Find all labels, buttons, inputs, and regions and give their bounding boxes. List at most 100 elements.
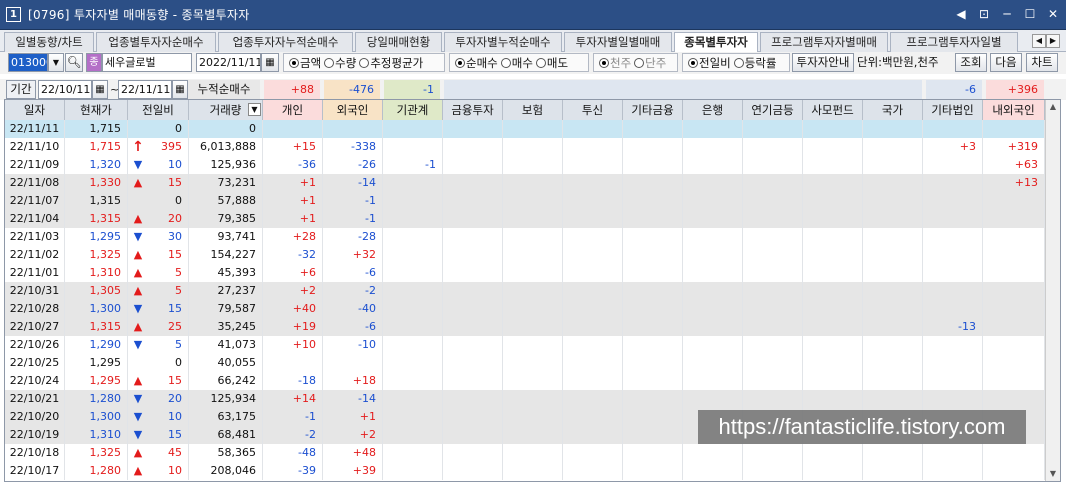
column-header-14[interactable]: 사모펀드 <box>803 100 863 120</box>
volume-cell: 45,393 <box>189 264 263 282</box>
table-row[interactable]: 22/11/04 1,315 20 79,385 +1 -1 ▲ <box>5 210 1045 228</box>
query-button[interactable]: 조회 <box>955 53 987 72</box>
start-calendar-icon[interactable]: ▦ <box>92 80 108 99</box>
tab-8[interactable]: 프로그램투자자별매매 <box>760 32 888 52</box>
table-row[interactable]: 22/11/11 1,715 0 0 <box>5 120 1045 138</box>
table-row[interactable]: 22/10/27 1,315 25 35,245 +19 -6 -13 ▲ <box>5 318 1045 336</box>
table-row[interactable]: 22/11/07 1,315 0 57,888 +1 -1 <box>5 192 1045 210</box>
stock-code-input[interactable]: 013000 <box>8 53 48 72</box>
tab-3[interactable]: 업종투자자누적순매수 <box>218 32 353 52</box>
radio2-radio-2[interactable] <box>500 57 511 68</box>
investor-guide-button[interactable]: 투자자안내 <box>792 53 854 72</box>
table-row[interactable]: 22/11/08 1,330 15 73,231 +1 -14 +13 ▲ <box>5 174 1045 192</box>
table-row[interactable]: 22/10/21 1,280 20 125,934 +14 -14 ▼ <box>5 390 1045 408</box>
vertical-scrollbar[interactable]: ▲ ▼ <box>1045 100 1060 481</box>
column-header-5[interactable]: 개인 <box>263 100 323 120</box>
tab-scroll-left-icon[interactable]: ◀ <box>1032 34 1046 48</box>
radio1-radio-3[interactable] <box>359 57 370 68</box>
column-header-12[interactable]: 은행 <box>683 100 743 120</box>
table-row[interactable]: 22/10/28 1,300 15 79,587 +40 -40 ▼ <box>5 300 1045 318</box>
institution-cell <box>383 426 443 444</box>
empty-cell <box>563 192 623 210</box>
radio3-radio-2[interactable] <box>634 57 645 68</box>
tab-7[interactable]: 종목별투자자 <box>674 32 758 53</box>
up-arrow-icon: ▲ <box>133 446 143 459</box>
table-row[interactable]: 22/11/03 1,295 30 93,741 +28 -28 ▼ <box>5 228 1045 246</box>
column-header-17[interactable]: 내외국인 <box>983 100 1045 120</box>
empty-cell <box>503 192 563 210</box>
empty-cell <box>503 372 563 390</box>
search-icon[interactable]: 🔍︎ <box>65 53 83 72</box>
empty-cell <box>563 390 623 408</box>
radio3-radio-1[interactable] <box>599 57 609 68</box>
table-row[interactable]: 22/10/18 1,325 45 58,365 -48 +48 ▲ <box>5 444 1045 462</box>
column-header-11[interactable]: 기타금융 <box>623 100 683 120</box>
table-row[interactable]: 22/11/09 1,320 10 125,936 -36 -26 -1 +63 ▼ <box>5 156 1045 174</box>
radio4-radio-1[interactable] <box>688 57 698 68</box>
end-date-input[interactable]: 22/11/11 <box>118 80 172 99</box>
tab-scroll-right-icon[interactable]: ▶ <box>1046 34 1060 48</box>
date-cell: 22/11/08 <box>5 174 65 192</box>
code-dropdown-icon[interactable]: ▼ <box>48 53 64 72</box>
date-cell: 22/10/26 <box>5 336 65 354</box>
column-header-13[interactable]: 연기금등 <box>743 100 803 120</box>
stock-name-field[interactable]: 세우글로벌 <box>102 53 192 72</box>
radio4-radio-2[interactable] <box>733 57 744 68</box>
table-row[interactable]: 22/10/24 1,295 15 66,242 -18 +18 ▲ <box>5 372 1045 390</box>
empty-cell <box>503 408 563 426</box>
change-cell: 0 <box>128 192 189 210</box>
restore-icon[interactable]: ⊡ <box>977 7 991 21</box>
column-header-10[interactable]: 투신 <box>563 100 623 120</box>
empty-cell <box>623 354 683 372</box>
empty-cell <box>503 300 563 318</box>
table-row[interactable]: 22/10/25 1,295 0 40,055 <box>5 354 1045 372</box>
table-row[interactable]: 22/10/31 1,305 5 27,237 +2 -2 ▲ <box>5 282 1045 300</box>
column-header-8[interactable]: 금융투자 <box>443 100 503 120</box>
start-date-input[interactable]: 22/10/11 <box>38 80 92 99</box>
empty-cell <box>443 372 503 390</box>
other-corp-cell <box>923 210 983 228</box>
tab-1[interactable]: 일별동향/차트 <box>4 32 94 52</box>
table-row[interactable]: 22/10/17 1,280 10 208,046 -39 +39 ▲ <box>5 462 1045 480</box>
next-button[interactable]: 다음 <box>990 53 1022 72</box>
end-calendar-icon[interactable]: ▦ <box>172 80 188 99</box>
empty-cell <box>623 390 683 408</box>
column-header-7[interactable]: 기관계 <box>383 100 443 120</box>
table-row[interactable]: 22/11/01 1,310 5 45,393 +6 -6 ▲ <box>5 264 1045 282</box>
tab-4[interactable]: 당일매매현황 <box>355 32 442 52</box>
scroll-up-icon[interactable]: ▲ <box>1046 100 1060 114</box>
tab-5[interactable]: 투자자별누적순매수 <box>444 32 562 52</box>
tab-9[interactable]: 프로그램투자자일별 <box>890 32 1018 52</box>
column-header-2[interactable]: 현재가 <box>65 100 128 120</box>
sort-icon[interactable]: ▼ <box>248 103 261 116</box>
column-header-1[interactable]: 일자 <box>5 100 65 120</box>
back-icon[interactable]: ◀ <box>954 7 968 21</box>
scroll-down-icon[interactable]: ▼ <box>1046 467 1060 481</box>
chart-button[interactable]: 차트 <box>1026 53 1058 72</box>
table-row[interactable]: 22/11/10 1,715 395 6,013,888 +15 -338 +3 +319 ↑ <box>5 138 1045 156</box>
close-icon[interactable]: ✕ <box>1046 7 1060 21</box>
column-header-16[interactable]: 기타법인 <box>923 100 983 120</box>
up-arrow-icon: ▲ <box>133 464 143 477</box>
calendar-icon[interactable]: ▦ <box>261 53 279 72</box>
radio2-radio-1[interactable] <box>455 57 465 68</box>
table-row[interactable]: 22/10/26 1,290 5 41,073 +10 -10 ▼ <box>5 336 1045 354</box>
volume-cell: 73,231 <box>189 174 263 192</box>
column-header-9[interactable]: 보험 <box>503 100 563 120</box>
maximize-icon[interactable]: ☐ <box>1023 7 1037 21</box>
radio1-radio-2[interactable] <box>324 57 335 68</box>
institution-cell <box>383 408 443 426</box>
radio2-radio-3[interactable] <box>535 57 546 68</box>
tab-2[interactable]: 업종별투자자순매수 <box>96 32 216 52</box>
table-row[interactable]: 22/11/02 1,325 15 154,227 -32 +32 ▲ <box>5 246 1045 264</box>
other-corp-cell <box>923 390 983 408</box>
column-header-3[interactable]: 전일비 <box>128 100 189 120</box>
tab-6[interactable]: 투자자별일별매매 <box>564 32 672 52</box>
date-cell: 22/10/31 <box>5 282 65 300</box>
radio1-radio-1[interactable] <box>289 57 299 68</box>
minimize-icon[interactable]: ─ <box>1000 7 1014 21</box>
date-input[interactable]: 2022/11/11 <box>196 53 261 72</box>
empty-cell <box>443 156 503 174</box>
column-header-6[interactable]: 외국인 <box>323 100 383 120</box>
column-header-15[interactable]: 국가 <box>863 100 923 120</box>
